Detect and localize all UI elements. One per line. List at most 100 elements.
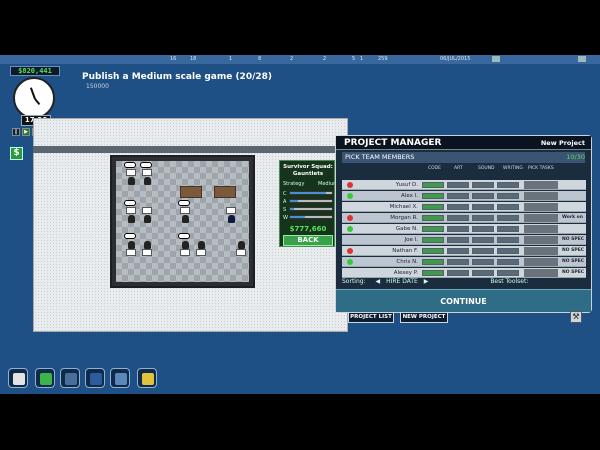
skill-meter xyxy=(472,193,494,199)
desk xyxy=(226,207,236,214)
skill-meter xyxy=(422,248,444,254)
member-name: Morgan R. xyxy=(390,215,418,221)
employee[interactable] xyxy=(128,241,135,249)
member-spec: NO SPEC xyxy=(562,237,585,242)
skill-bar xyxy=(289,215,333,219)
column-code[interactable]: CODE xyxy=(428,166,441,171)
report-button[interactable] xyxy=(8,368,28,388)
stat-d: 2 xyxy=(323,56,327,62)
member-name: Michael X. xyxy=(389,204,418,210)
stat-f: 1 xyxy=(360,56,364,62)
skill-meter xyxy=(447,204,469,210)
skill-label: A xyxy=(283,199,287,205)
speed-1-button[interactable]: ▶ xyxy=(22,128,30,136)
skill-meter xyxy=(497,248,519,254)
pm-subtitle: PICK TEAM MEMBERS xyxy=(342,152,585,163)
back-button[interactable]: BACK xyxy=(283,235,333,246)
skill-meter xyxy=(447,215,469,221)
pick-tasks-slot[interactable] xyxy=(524,192,558,200)
team-member-row[interactable]: Michael X. xyxy=(342,202,586,212)
employee[interactable] xyxy=(128,177,135,185)
skill-meter xyxy=(472,248,494,254)
column-writing[interactable]: WRITING xyxy=(503,166,523,171)
skill-meter xyxy=(422,259,444,265)
team-member-row[interactable]: Joe I. NO SPEC xyxy=(342,235,586,245)
office-room[interactable]: ··· ··· ··· ··· ··· ··· xyxy=(110,155,255,288)
pick-tasks-slot[interactable] xyxy=(524,258,558,266)
pick-tasks-slot[interactable] xyxy=(524,181,558,189)
team-cost: $777,660 xyxy=(289,225,327,233)
team-member-row[interactable]: Chris N. NO SPEC xyxy=(342,257,586,267)
date-label: 06/JUL/2015 xyxy=(440,56,471,62)
pm-header: PROJECT MANAGER New Project xyxy=(336,136,591,150)
member-name: Nathan F. xyxy=(392,248,418,254)
desk xyxy=(126,169,136,176)
settings-icon[interactable] xyxy=(492,56,500,62)
sort-prev-icon[interactable]: ◀ xyxy=(376,278,381,285)
meeting-table xyxy=(214,186,236,198)
options-button[interactable] xyxy=(137,368,157,388)
pick-tasks-slot[interactable] xyxy=(524,203,558,211)
skill-meter xyxy=(447,193,469,199)
employee[interactable] xyxy=(144,241,151,249)
speech-bubble: ··· xyxy=(178,200,190,206)
employee[interactable] xyxy=(182,241,189,249)
employee[interactable] xyxy=(198,241,205,249)
skill-bar xyxy=(289,191,333,195)
pm-days-counter: 10/30 xyxy=(566,153,585,161)
column-sound[interactable]: SOUND xyxy=(478,166,495,171)
desk xyxy=(180,249,190,256)
employee[interactable] xyxy=(144,177,151,185)
team-member-row[interactable]: Nathan F. NO SPEC xyxy=(342,246,586,256)
speech-bubble: ··· xyxy=(124,162,136,168)
skill-meter xyxy=(447,259,469,265)
pick-tasks-slot[interactable] xyxy=(524,225,558,233)
sort-value[interactable]: HIRE DATE xyxy=(386,278,418,285)
room-floor: ··· ··· ··· ··· ··· ··· xyxy=(116,161,249,282)
employee[interactable] xyxy=(144,215,151,223)
continue-button[interactable]: CONTINUE xyxy=(336,289,591,312)
pause-button[interactable]: ‖ xyxy=(12,128,20,136)
skill-meter xyxy=(422,204,444,210)
column-art[interactable]: ART xyxy=(454,166,463,171)
team-member-row[interactable]: Alex I. xyxy=(342,191,586,201)
member-spec: NO SPEC xyxy=(562,259,585,264)
menu-icon[interactable] xyxy=(578,56,586,62)
member-name: Gabe N. xyxy=(395,226,418,232)
employee[interactable] xyxy=(182,215,189,223)
objective-reward: 150000 xyxy=(86,83,109,90)
build-button[interactable] xyxy=(35,368,55,388)
calendar-button[interactable] xyxy=(85,368,105,388)
project-list-button[interactable]: PROJECT LIST xyxy=(348,312,394,323)
desk xyxy=(126,207,136,214)
column-pick-tasks[interactable]: PICK TASKS xyxy=(528,166,554,171)
pick-tasks-slot[interactable] xyxy=(524,214,558,222)
best-toolset-label: Best Toolset: xyxy=(490,278,529,285)
close-tools-icon[interactable]: ⚒ xyxy=(570,311,582,323)
team-member-row[interactable]: Morgan R.Work on Code xyxy=(342,213,586,230)
staff-button[interactable] xyxy=(110,368,130,388)
skill-label: W xyxy=(283,215,288,221)
employee[interactable] xyxy=(128,215,135,223)
skill-meter xyxy=(497,226,519,232)
pick-tasks-slot[interactable] xyxy=(524,247,558,255)
speech-bubble: ··· xyxy=(178,233,190,239)
skill-meter xyxy=(472,204,494,210)
pm-title: PROJECT MANAGER xyxy=(344,138,442,148)
stat-fans: 259 xyxy=(378,56,388,62)
skill-meter xyxy=(447,182,469,188)
team-member-row[interactable]: Yusuf D. xyxy=(342,180,586,190)
skill-bar xyxy=(289,199,333,203)
project-manager-window: PROJECT MANAGER New Project PICK TEAM ME… xyxy=(335,135,592,313)
sort-next-icon[interactable]: ▶ xyxy=(424,278,429,285)
employee[interactable] xyxy=(228,215,235,223)
stats-button[interactable] xyxy=(60,368,80,388)
finance-button[interactable]: $ xyxy=(10,147,23,160)
skill-meter xyxy=(497,215,519,221)
employee[interactable] xyxy=(238,241,245,249)
desk xyxy=(142,207,152,214)
new-project-button[interactable]: NEW PROJECT xyxy=(400,312,448,323)
new-project-tab[interactable]: New Project xyxy=(541,139,585,147)
pick-tasks-slot[interactable] xyxy=(524,236,558,244)
team-member-row[interactable]: Gabe N. xyxy=(342,224,586,234)
